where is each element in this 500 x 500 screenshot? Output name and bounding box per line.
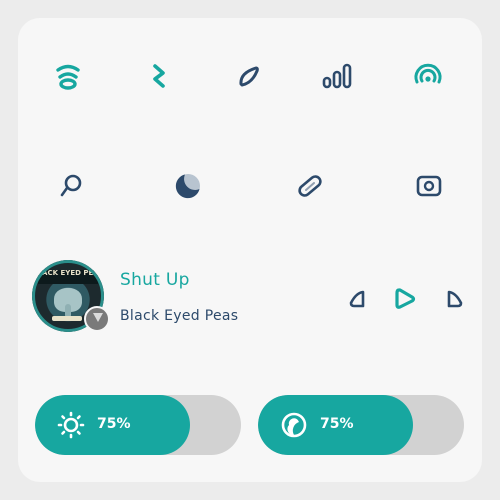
flashlight-icon — [60, 174, 82, 197]
mobile-data-tile[interactable] — [318, 56, 358, 96]
screenshot-icon — [416, 175, 442, 197]
song-title: Shut Up — [120, 270, 190, 290]
song-artist: Black Eyed Peas — [120, 308, 239, 324]
play-icon — [395, 288, 416, 309]
next-icon — [447, 290, 463, 308]
previous-button[interactable] — [344, 286, 370, 312]
brightness-value: 75% — [97, 416, 131, 432]
battery-saver-tile[interactable] — [290, 166, 330, 206]
flashlight-tile[interactable] — [51, 166, 91, 206]
hotspot-icon — [414, 63, 442, 84]
play-button[interactable] — [390, 284, 420, 314]
sun-icon — [57, 411, 85, 439]
previous-icon — [349, 290, 365, 308]
volume-ring-icon — [281, 412, 307, 438]
airplane-icon — [239, 66, 259, 87]
signal-icon — [322, 63, 352, 89]
wifi-tile[interactable] — [48, 56, 88, 96]
bluetooth-tile[interactable] — [139, 56, 179, 96]
airplane-mode-tile[interactable] — [229, 56, 269, 96]
bluetooth-icon — [153, 64, 165, 88]
next-button[interactable] — [442, 286, 468, 312]
wifi-icon — [56, 64, 80, 90]
volume-value: 75% — [320, 416, 354, 432]
battery-saver-icon — [298, 175, 322, 197]
dark-mode-icon — [175, 174, 200, 199]
volume-slider[interactable]: 75% — [258, 395, 464, 455]
screenshot-tile[interactable] — [409, 166, 449, 206]
dark-mode-tile[interactable] — [168, 166, 208, 206]
hotspot-tile[interactable] — [408, 56, 448, 96]
brightness-slider[interactable]: 75% — [35, 395, 241, 455]
media-player: BLACK EYED PEAS Shut Up Black Eyed Peas — [32, 260, 472, 352]
music-app-badge-icon — [84, 306, 110, 332]
quick-settings-panel: BLACK EYED PEAS Shut Up Black Eyed Peas — [18, 18, 482, 482]
